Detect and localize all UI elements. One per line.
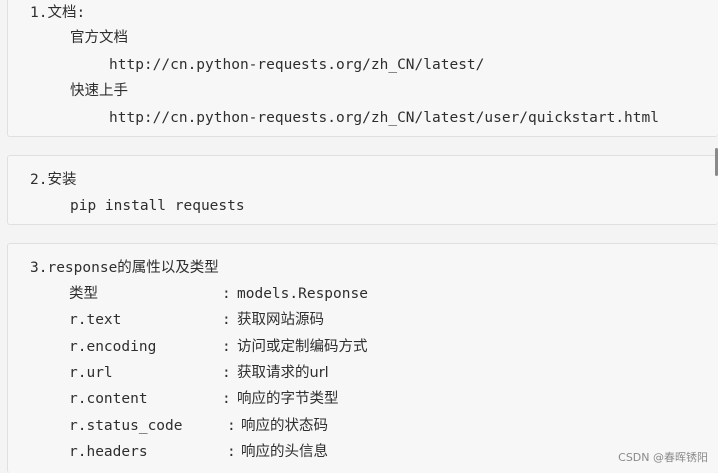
docs-card: 1.文档: 官方文档 http://cn.python-requests.org…	[7, 0, 718, 137]
attribute-description: models.Response	[237, 286, 368, 302]
notes-page: 1.文档: 官方文档 http://cn.python-requests.org…	[0, 0, 718, 473]
watermark: CSDN @春晖锈阳	[618, 451, 708, 464]
attribute-name: r.url	[69, 365, 113, 381]
attribute-description: 获取请求的url	[237, 365, 329, 381]
attribute-name: r.headers	[69, 444, 148, 460]
docs-heading: 1.文档:	[30, 5, 86, 21]
attribute-description: 响应的字节类型	[237, 391, 339, 407]
attribute-description: 响应的头信息	[241, 444, 328, 460]
install-heading: 2.安装	[30, 172, 77, 188]
official-docs-link[interactable]: http://cn.python-requests.org/zh_CN/late…	[109, 56, 484, 74]
attribute-separator: :	[222, 312, 231, 328]
install-card: 2.安装 pip install requests	[7, 155, 718, 225]
attribute-description: 响应的状态码	[241, 418, 328, 434]
attribute-name: r.content	[69, 391, 148, 407]
attribute-separator: :	[222, 339, 231, 355]
quickstart-link[interactable]: http://cn.python-requests.org/zh_CN/late…	[109, 109, 659, 127]
attribute-description: 访问或定制编码方式	[237, 339, 368, 355]
attribute-separator: :	[222, 365, 231, 381]
attribute-name: 类型	[69, 286, 98, 302]
response-attributes-card: 3.response的属性以及类型 类型 : models.Response r…	[7, 243, 718, 473]
attribute-name: r.status_code	[69, 418, 183, 434]
quickstart-label: 快速上手	[70, 83, 128, 99]
attribute-separator: :	[227, 444, 236, 460]
attribute-description: 获取网站源码	[237, 312, 324, 328]
official-docs-label: 官方文档	[70, 30, 128, 46]
attribute-separator: :	[227, 418, 236, 434]
attribute-name: r.text	[69, 312, 122, 328]
response-heading: 3.response的属性以及类型	[30, 260, 219, 276]
install-command: pip install requests	[70, 198, 245, 214]
attribute-separator: :	[222, 391, 231, 407]
attribute-name: r.encoding	[69, 339, 157, 355]
attribute-separator: :	[222, 286, 231, 302]
